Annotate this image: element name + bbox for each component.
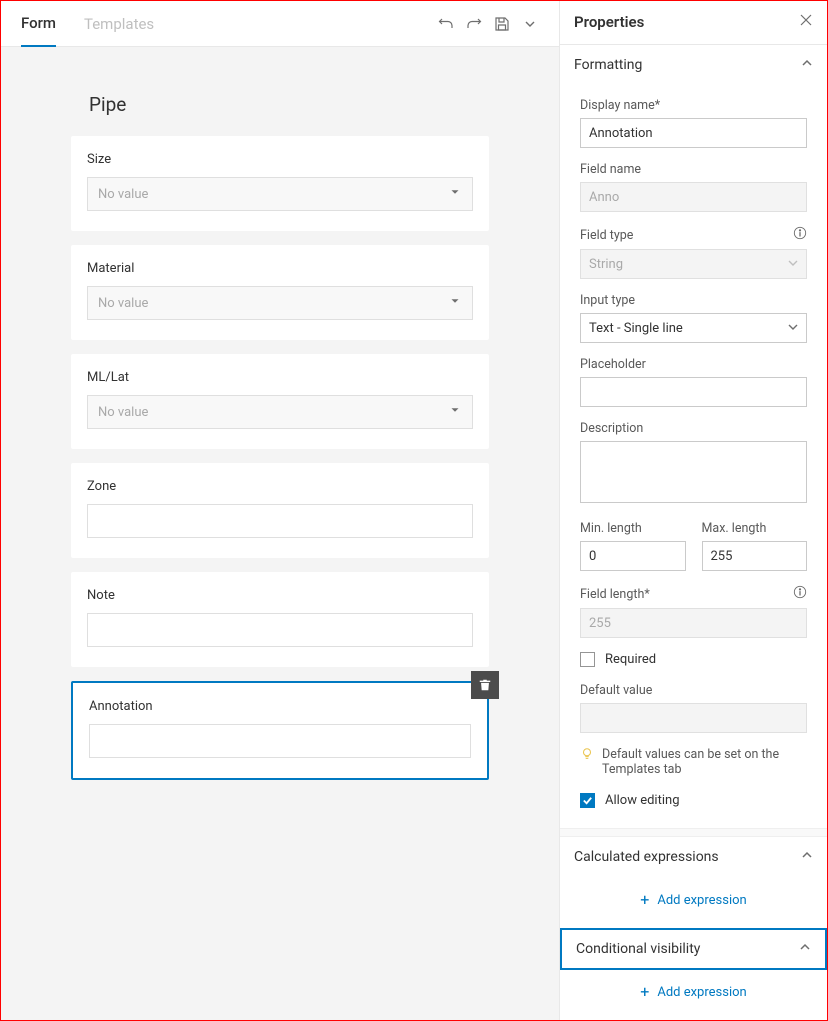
label-min-length: Min. length	[580, 521, 642, 536]
section-header-conditional[interactable]: Conditional visibility	[560, 928, 827, 970]
form-designer-panel: Form Templates Pipe Size No value	[1, 1, 560, 1020]
tab-form[interactable]: Form	[21, 0, 56, 47]
field-name-input	[580, 182, 807, 212]
field-label: Size	[87, 152, 473, 167]
field-select[interactable]: No value	[87, 286, 473, 320]
field-select[interactable]: No value	[87, 395, 473, 429]
chevron-up-icon	[801, 849, 813, 865]
tab-templates[interactable]: Templates	[84, 1, 154, 46]
plus-icon: +	[640, 892, 649, 908]
add-expression-label: Add expression	[657, 985, 746, 1000]
select-value: String	[589, 257, 623, 272]
label-allow-editing: Allow editing	[605, 793, 680, 808]
form-title: Pipe	[89, 93, 489, 116]
field-label: Note	[87, 588, 473, 603]
delete-field-button[interactable]	[471, 671, 499, 699]
label-default-value: Default value	[580, 683, 652, 698]
save-icon[interactable]	[493, 15, 511, 33]
select-value: Text - Single line	[589, 321, 683, 336]
bulb-icon	[580, 747, 594, 765]
chevron-down-icon	[448, 403, 462, 421]
field-text[interactable]	[87, 613, 473, 647]
field-type-select: String	[580, 249, 807, 279]
undo-icon[interactable]	[437, 15, 455, 33]
description-input[interactable]	[580, 441, 807, 503]
info-icon[interactable]	[793, 585, 807, 603]
label-max-length: Max. length	[702, 521, 767, 536]
label-description: Description	[580, 421, 643, 436]
form-field-size[interactable]: Size No value	[71, 136, 489, 231]
select-placeholder: No value	[98, 296, 148, 311]
add-conditional-expression-button[interactable]: + Add expression	[560, 970, 827, 1020]
required-checkbox[interactable]	[580, 652, 595, 667]
field-text[interactable]	[89, 724, 471, 758]
section-body-formatting: Display name* Field name Field type Stri…	[560, 86, 827, 829]
properties-panel: Properties Formatting Display name* Fiel…	[560, 1, 827, 1020]
plus-icon: +	[640, 984, 649, 1000]
form-field-material[interactable]: Material No value	[71, 245, 489, 340]
chevron-down-icon	[448, 294, 462, 312]
section-title: Calculated expressions	[574, 849, 719, 865]
form-field-note[interactable]: Note	[71, 572, 489, 667]
form-field-mllat[interactable]: ML/Lat No value	[71, 354, 489, 449]
form-field-annotation[interactable]: Annotation	[71, 681, 489, 780]
section-header-formatting[interactable]: Formatting	[560, 45, 827, 87]
properties-header: Properties	[560, 1, 827, 45]
save-dropdown-icon[interactable]	[521, 15, 539, 33]
info-icon[interactable]	[793, 226, 807, 244]
toolbar-actions	[437, 15, 539, 33]
chevron-up-icon	[801, 57, 813, 73]
chevron-down-icon	[788, 257, 798, 272]
label-field-name: Field name	[580, 162, 641, 177]
field-select[interactable]: No value	[87, 177, 473, 211]
chevron-down-icon	[788, 321, 798, 336]
select-placeholder: No value	[98, 187, 148, 202]
tab-bar: Form Templates	[1, 1, 559, 47]
default-value-input	[580, 703, 807, 733]
label-field-type: Field type	[580, 228, 633, 243]
label-required: Required	[605, 652, 656, 667]
min-length-input[interactable]	[580, 541, 686, 571]
field-text[interactable]	[87, 504, 473, 538]
label-input-type: Input type	[580, 293, 635, 308]
chevron-down-icon	[448, 185, 462, 203]
field-label: ML/Lat	[87, 370, 473, 385]
add-expression-label: Add expression	[657, 893, 746, 908]
field-label: Material	[87, 261, 473, 276]
placeholder-input[interactable]	[580, 377, 807, 407]
section-divider	[560, 829, 827, 837]
label-display-name: Display name*	[580, 98, 660, 113]
label-field-length: Field length*	[580, 587, 650, 602]
label-placeholder: Placeholder	[580, 357, 646, 372]
default-value-hint: Default values can be set on the Templat…	[602, 747, 807, 777]
close-icon	[799, 13, 813, 27]
select-placeholder: No value	[98, 405, 148, 420]
form-canvas: Pipe Size No value Material No value	[1, 47, 559, 1020]
add-calculated-expression-button[interactable]: + Add expression	[560, 878, 827, 928]
close-button[interactable]	[799, 13, 813, 31]
section-title: Formatting	[574, 57, 642, 73]
input-type-select[interactable]: Text - Single line	[580, 313, 807, 343]
field-length-input	[580, 608, 807, 638]
panel-title: Properties	[574, 13, 644, 31]
max-length-input[interactable]	[702, 541, 808, 571]
section-title: Conditional visibility	[576, 941, 700, 957]
redo-icon[interactable]	[465, 15, 483, 33]
field-label: Annotation	[89, 699, 471, 714]
section-header-calculated[interactable]: Calculated expressions	[560, 837, 827, 879]
allow-editing-checkbox[interactable]	[580, 793, 595, 808]
field-label: Zone	[87, 479, 473, 494]
form-field-zone[interactable]: Zone	[71, 463, 489, 558]
chevron-up-icon	[799, 941, 811, 957]
display-name-input[interactable]	[580, 118, 807, 148]
trash-icon	[478, 678, 492, 692]
